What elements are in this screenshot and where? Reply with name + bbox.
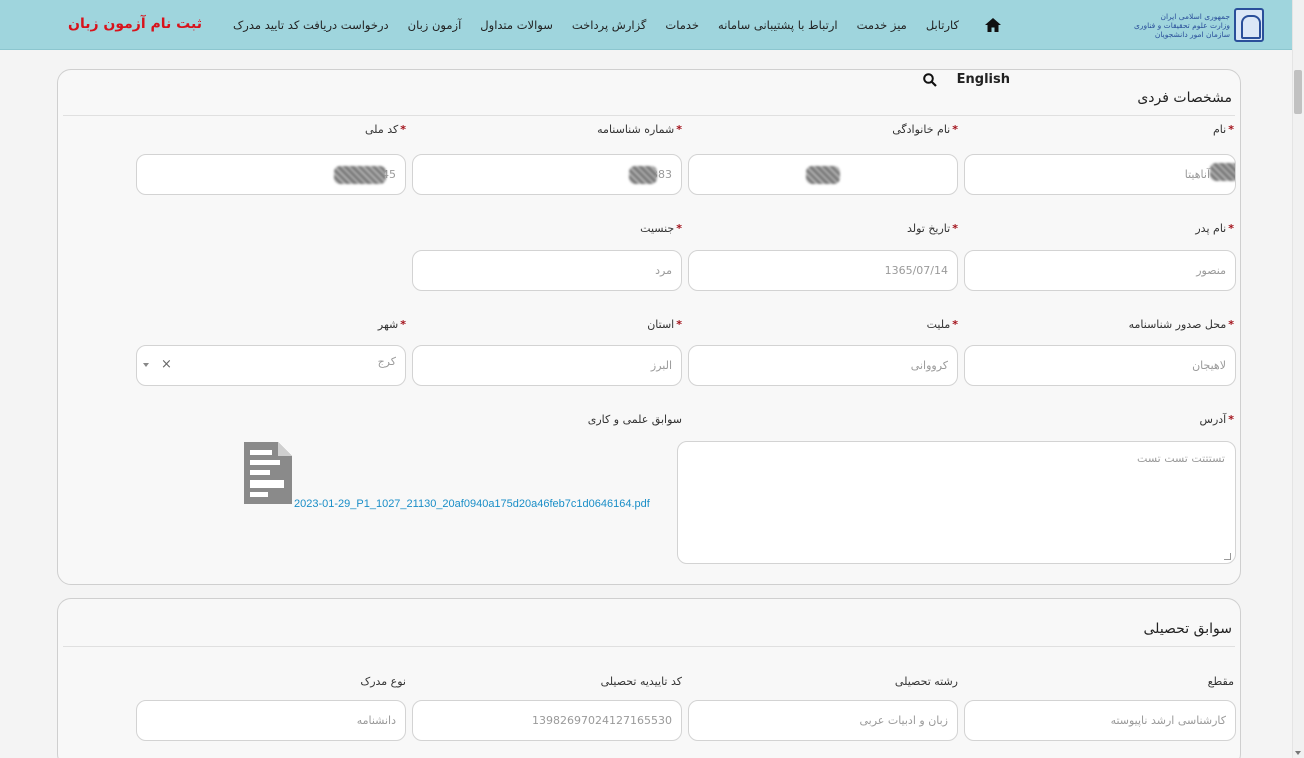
issue-place-label: *محل صدور شناسنامه (1128, 318, 1234, 331)
top-tools: English (922, 72, 1010, 87)
nav-item-faq[interactable]: سوالات متداول (480, 18, 553, 32)
redaction-blur (629, 165, 657, 184)
redaction-blur (1210, 162, 1235, 181)
nav-item-service-desk[interactable]: میز خدمت (857, 18, 907, 32)
field-of-study-field[interactable]: زبان و ادبیات عربی (688, 700, 958, 741)
experience-file-link[interactable]: 2023-01-29_P1_1027_21130_20af0940a175d20… (294, 498, 650, 510)
address-textarea[interactable]: تستتتت تست تست (677, 441, 1236, 564)
redaction-blur (806, 165, 840, 184)
birth-date-label: *تاریخ تولد (906, 222, 958, 235)
id-number-label: *شماره شناسنامه (597, 123, 682, 136)
nationality-label: *ملیت (926, 318, 958, 331)
city-label: *شهر (377, 318, 406, 331)
doc-type-field[interactable]: دانشنامه (136, 700, 406, 741)
nav-item-services[interactable]: خدمات (665, 18, 699, 32)
nationality-field[interactable]: کرووانی (688, 345, 958, 386)
province-field[interactable]: البرز (412, 345, 682, 386)
last-name-field[interactable] (688, 154, 958, 195)
search-icon[interactable] (922, 72, 937, 87)
logo-text: جمهوری اسلامی ایران وزارت علوم تحقیقات و… (1134, 11, 1231, 39)
level-field[interactable]: کارشناسی ارشد ناپیوسته (964, 700, 1236, 741)
home-icon[interactable] (984, 17, 1002, 33)
nav-item-support[interactable]: ارتباط با پشتیبانی سامانه (718, 18, 838, 32)
confirm-code-field[interactable]: 13982697024127165530 (412, 700, 682, 741)
city-select[interactable]: کرج × (136, 345, 406, 386)
level-label: مقطع (1207, 675, 1234, 688)
divider (63, 115, 1235, 116)
education-panel: سوابق تحصیلی مقطع رشته تحصیلی کد تاییدیه… (57, 598, 1241, 758)
gender-field[interactable]: مرد (412, 250, 682, 291)
document-icon[interactable] (242, 440, 294, 506)
personal-info-title: مشخصات فردی (1137, 90, 1232, 106)
scroll-down-arrow-icon[interactable] (1295, 751, 1301, 755)
field-of-study-label: رشته تحصیلی (894, 675, 958, 688)
scroll-thumb[interactable] (1294, 70, 1302, 114)
first-name-label: *نام (1213, 123, 1234, 136)
nav-menu: کارتابل میز خدمت ارتباط با پشتیبانی ساما… (233, 0, 1002, 50)
last-name-label: *نام خانوادگی (892, 123, 958, 136)
experience-label: سوابق علمی و کاری (587, 413, 682, 426)
gender-label: *جنسیت (640, 222, 682, 235)
nav-item-kartabl[interactable]: کارتابل (926, 18, 959, 32)
national-code-label: *کد ملی (365, 123, 406, 136)
address-label: *آدرس (1199, 413, 1234, 426)
id-number-field[interactable]: 383 (412, 154, 682, 195)
province-label: *استان (647, 318, 682, 331)
resize-grip-icon[interactable] (1224, 553, 1231, 560)
confirm-code-label: کد تاییدیه تحصیلی (600, 675, 682, 688)
redaction-blur (334, 165, 386, 184)
register-language-exam-link[interactable]: ثبت نام آزمون زبان (68, 16, 202, 32)
ministry-emblem-icon (1234, 8, 1265, 42)
clear-x-icon[interactable]: × (161, 357, 172, 372)
page-scrollbar[interactable] (1292, 0, 1304, 758)
first-name-field[interactable]: آناهیتا (964, 154, 1236, 195)
nav-item-payment-report[interactable]: گزارش پرداخت (572, 18, 647, 32)
national-code-field[interactable]: 45 (136, 154, 406, 195)
issue-place-field[interactable]: لاهیجان (964, 345, 1236, 386)
nav-item-confirm-code-request[interactable]: درخواست دریافت کد تایید مدرک (233, 18, 389, 32)
english-language-link[interactable]: English (957, 72, 1010, 87)
ministry-logo[interactable]: جمهوری اسلامی ایران وزارت علوم تحقیقات و… (1134, 6, 1284, 44)
father-name-field[interactable]: منصور (964, 250, 1236, 291)
doc-type-label: نوع مدرک (360, 675, 406, 688)
personal-info-panel: English مشخصات فردی *نام *نام خانوادگی *… (57, 69, 1241, 585)
birth-date-field[interactable]: 1365/07/14 (688, 250, 958, 291)
education-title: سوابق تحصیلی (1143, 621, 1232, 637)
father-name-label: *نام پدر (1195, 222, 1234, 235)
dropdown-arrow-icon[interactable] (143, 363, 149, 367)
top-navbar: جمهوری اسلامی ایران وزارت علوم تحقیقات و… (0, 0, 1292, 50)
nav-item-language-exam[interactable]: آزمون زبان (408, 18, 462, 32)
divider (63, 646, 1235, 647)
